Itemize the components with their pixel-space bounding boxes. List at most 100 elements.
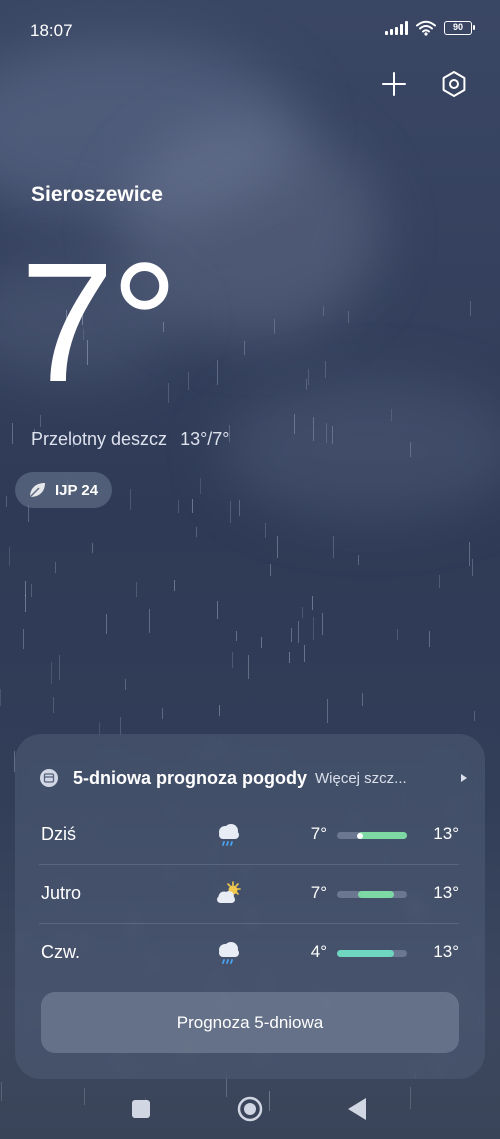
rain-streak bbox=[125, 679, 126, 690]
day-label: Dziś bbox=[41, 824, 76, 844]
more-details-link[interactable]: Więcej szcz... bbox=[315, 770, 407, 787]
rain-streak bbox=[9, 547, 10, 566]
rain-streak bbox=[313, 417, 314, 441]
condition-text: Przelotny deszcz bbox=[31, 429, 168, 449]
forecast-day-row[interactable]: Dziś 7° 13° bbox=[39, 806, 459, 865]
add-location-button[interactable] bbox=[376, 66, 412, 102]
five-day-forecast-button[interactable]: Prognoza 5-dniowa bbox=[41, 992, 459, 1053]
rain-streak bbox=[219, 705, 220, 716]
rain-streak bbox=[25, 595, 26, 612]
navigation-bar bbox=[0, 1080, 500, 1139]
rain-streak bbox=[306, 379, 307, 390]
high-temperature: 13° bbox=[433, 824, 459, 843]
rain-streak bbox=[261, 637, 262, 648]
temperature-range-fill bbox=[358, 891, 395, 898]
leaf-icon bbox=[29, 483, 45, 498]
rain-streak bbox=[333, 536, 334, 558]
rain-streak bbox=[248, 655, 249, 679]
forecast-header[interactable]: 5-dniowa prognoza pogody Więcej szcz... bbox=[39, 766, 467, 790]
rain-cloud-icon bbox=[219, 824, 239, 846]
air-quality-label: IJP 24 bbox=[55, 481, 99, 499]
rain-streak bbox=[410, 442, 411, 457]
battery-level: 90 bbox=[452, 22, 463, 32]
rain-streak bbox=[200, 478, 201, 494]
rain-streak bbox=[174, 580, 175, 591]
rain-streak bbox=[470, 301, 471, 316]
rain-streak bbox=[391, 409, 392, 421]
status-icons: 90 bbox=[385, 20, 475, 36]
rain-streak bbox=[469, 542, 470, 566]
rain-streak bbox=[308, 369, 309, 385]
rain-cloud-icon bbox=[219, 942, 239, 964]
rain-streak bbox=[326, 423, 327, 443]
rain-streak bbox=[92, 543, 93, 553]
rain-streak bbox=[397, 629, 398, 640]
rain-streak bbox=[239, 500, 240, 516]
rain-streak bbox=[289, 652, 290, 663]
rain-streak bbox=[55, 562, 56, 573]
forecast-title: 5-dniowa prognoza pogody bbox=[73, 767, 307, 788]
temperature-range-bar bbox=[337, 832, 407, 839]
rain-streak bbox=[51, 662, 52, 684]
rain-streak bbox=[53, 697, 54, 713]
rain-streak bbox=[192, 499, 193, 513]
rain-streak bbox=[291, 628, 292, 642]
rain-streak bbox=[130, 489, 131, 510]
rain-streak bbox=[348, 311, 349, 323]
rain-streak bbox=[6, 496, 7, 507]
condition-line: Przelotny deszcz 13°/7° bbox=[31, 429, 230, 450]
chevron-right-icon bbox=[461, 774, 467, 782]
rain-streak bbox=[25, 581, 26, 596]
rain-streak bbox=[106, 614, 107, 634]
low-temperature: 7° bbox=[310, 824, 327, 843]
forecast-day-row[interactable]: Jutro 7° 13° bbox=[39, 865, 459, 924]
rain-streak bbox=[244, 341, 245, 355]
rain-streak bbox=[178, 500, 179, 513]
rain-streak bbox=[313, 617, 314, 640]
current-temperature: 7° bbox=[20, 228, 179, 418]
current-temp-dot bbox=[357, 832, 364, 839]
temperature-range-fill bbox=[358, 832, 407, 839]
rain-streak bbox=[149, 609, 150, 633]
recent-apps-button[interactable] bbox=[132, 1100, 150, 1118]
low-temperature: 7° bbox=[310, 883, 327, 902]
plus-icon bbox=[382, 72, 406, 96]
rain-streak bbox=[270, 564, 271, 576]
high-temperature: 13° bbox=[433, 942, 459, 961]
temperature-range-bar bbox=[337, 891, 407, 898]
rain-streak bbox=[322, 613, 323, 635]
rain-streak bbox=[302, 607, 303, 618]
status-time: 18:07 bbox=[30, 21, 73, 40]
rain-streak bbox=[358, 555, 359, 565]
back-button[interactable] bbox=[348, 1098, 366, 1120]
rain-streak bbox=[59, 655, 60, 680]
settings-button[interactable] bbox=[436, 66, 472, 102]
rain-streak bbox=[0, 689, 1, 706]
temperature-range: 13°/7° bbox=[180, 429, 230, 449]
rain-streak bbox=[304, 645, 305, 662]
home-button[interactable] bbox=[237, 1096, 263, 1122]
rain-streak bbox=[196, 527, 197, 537]
day-label: Czw. bbox=[41, 942, 81, 962]
rain-streak bbox=[230, 501, 231, 523]
rain-streak bbox=[217, 360, 218, 385]
rain-streak bbox=[327, 699, 328, 723]
air-quality-chip[interactable]: IJP 24 bbox=[15, 472, 113, 508]
day-label: Jutro bbox=[41, 883, 82, 903]
forecast-card: 5-dniowa prognoza pogody Więcej szcz... … bbox=[15, 734, 485, 1079]
rain-streak bbox=[217, 601, 218, 619]
rain-streak bbox=[136, 582, 137, 597]
rain-streak bbox=[31, 584, 32, 597]
forecast-day-row[interactable]: Czw. 4° 13° bbox=[39, 924, 459, 982]
city-name: Sieroszewice bbox=[31, 183, 163, 206]
rain-streak bbox=[312, 596, 313, 610]
temperature-range-bar bbox=[337, 950, 407, 957]
rain-streak bbox=[236, 631, 237, 641]
rain-streak bbox=[323, 306, 324, 316]
calendar-icon bbox=[40, 769, 58, 787]
rain-streak bbox=[332, 426, 333, 444]
low-temperature: 4° bbox=[310, 942, 327, 961]
rain-streak bbox=[472, 559, 473, 576]
rain-streak bbox=[474, 711, 475, 721]
rain-streak bbox=[265, 523, 266, 538]
